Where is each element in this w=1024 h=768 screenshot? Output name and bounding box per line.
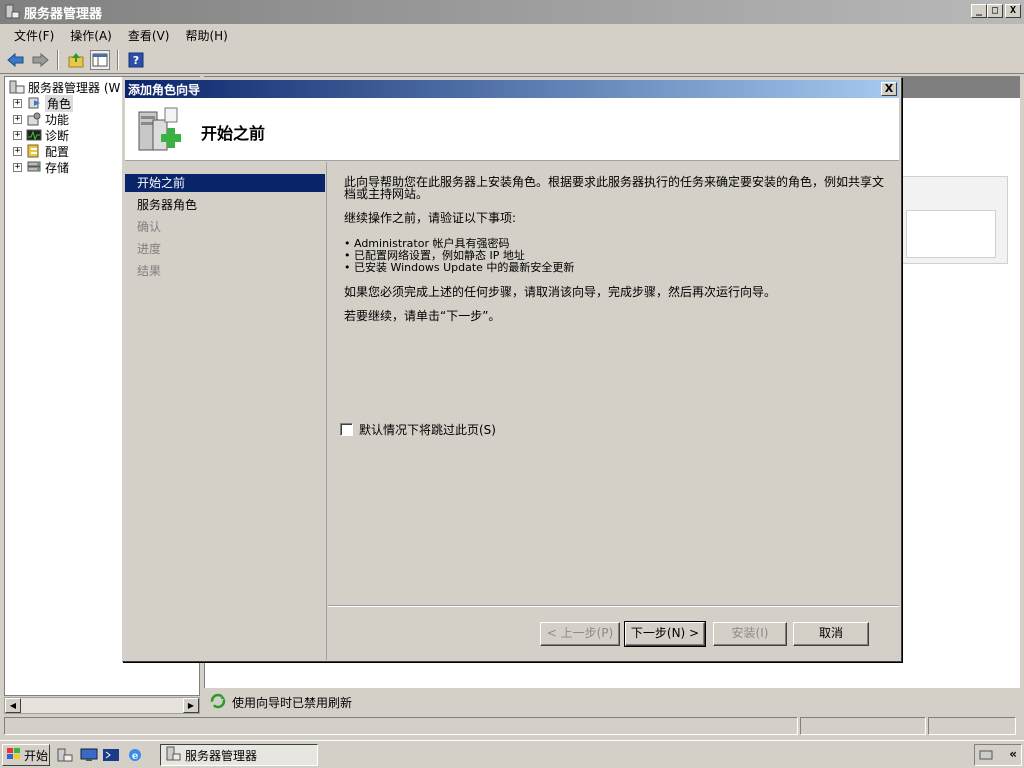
wizard-steps-nav: 开始之前 服务器角色 确认 进度 结果 bbox=[125, 162, 327, 660]
svg-text:?: ? bbox=[133, 54, 139, 67]
roles-icon bbox=[26, 96, 42, 110]
network-icon[interactable] bbox=[979, 748, 995, 765]
previous-button[interactable]: < 上一步(P) bbox=[540, 622, 620, 646]
tree-item-label: 角色 bbox=[45, 94, 74, 112]
skip-page-checkbox-row[interactable]: 默认情况下将跳过此页(S) bbox=[340, 421, 496, 438]
skip-page-checkbox[interactable] bbox=[340, 423, 353, 436]
tree-item-label: 存储 bbox=[45, 160, 70, 175]
quicklaunch-desktop-icon[interactable] bbox=[80, 747, 98, 763]
expand-icon[interactable]: + bbox=[13, 146, 22, 156]
quicklaunch-ie-icon[interactable]: e bbox=[126, 747, 144, 763]
up-folder-icon[interactable] bbox=[66, 50, 86, 70]
refresh-disabled-icon bbox=[210, 693, 226, 712]
menu-action[interactable]: 操作(A) bbox=[62, 25, 120, 46]
menubar: 文件(F) 操作(A) 查看(V) 帮助(H) bbox=[0, 24, 1024, 46]
cancel-note: 如果您必须完成上述的任何步骤，请取消该向导，完成步骤，然后再次运行向导。 bbox=[344, 285, 777, 299]
dialog-title: 添加角色向导 bbox=[128, 82, 201, 97]
diagnostics-icon bbox=[26, 128, 42, 142]
taskbar-task-server-manager[interactable]: 服务器管理器 bbox=[160, 744, 318, 766]
statusbar bbox=[4, 717, 1020, 737]
status-cell bbox=[4, 717, 798, 735]
refresh-status-text: 使用向导时已禁用刷新 bbox=[232, 695, 353, 710]
continue-note: 若要继续，请单击“下一步”。 bbox=[344, 309, 501, 323]
expand-icon[interactable]: + bbox=[13, 130, 22, 140]
tree-horizontal-scrollbar[interactable]: ◀ ▶ bbox=[4, 697, 200, 714]
tree-item-features[interactable]: + 功能 bbox=[13, 111, 69, 127]
expand-icon[interactable]: + bbox=[13, 114, 22, 124]
close-button[interactable]: X bbox=[1005, 4, 1021, 18]
server-manager-icon bbox=[165, 746, 181, 765]
buttons-divider bbox=[328, 605, 899, 607]
server-manager-icon bbox=[4, 4, 20, 20]
skip-page-label[interactable]: 默认情况下将跳过此页(S) bbox=[359, 421, 496, 438]
start-button[interactable]: 开始 bbox=[2, 744, 50, 766]
menu-view[interactable]: 查看(V) bbox=[120, 25, 178, 46]
quicklaunch-server-manager-icon[interactable] bbox=[56, 747, 74, 763]
tree-item-storage[interactable]: + 存储 bbox=[13, 159, 69, 175]
dialog-close-button[interactable]: X bbox=[881, 82, 897, 96]
wizard-step-server-roles[interactable]: 服务器角色 bbox=[125, 196, 325, 214]
back-arrow-icon[interactable] bbox=[6, 50, 26, 70]
add-roles-wizard-dialog: 添加角色向导 X 开始之前 开始之前 服务器角色 确认 进度 结果 此向导帮助您… bbox=[122, 77, 902, 662]
toolbar-separator bbox=[57, 49, 59, 70]
task-label: 服务器管理器 bbox=[185, 748, 258, 763]
system-tray: « bbox=[974, 744, 1022, 766]
main-window-title: 服务器管理器 bbox=[24, 6, 103, 22]
verify-heading: 继续操作之前，请验证以下事项: bbox=[344, 211, 517, 225]
wizard-step-progress: 进度 bbox=[137, 242, 162, 256]
tray-expand-icon[interactable]: « bbox=[1009, 747, 1017, 761]
scroll-left-arrow-icon[interactable]: ◀ bbox=[5, 698, 21, 713]
details-summary-inner bbox=[906, 210, 996, 258]
install-button[interactable]: 安装(I) bbox=[713, 622, 787, 646]
menu-help[interactable]: 帮助(H) bbox=[177, 25, 235, 46]
prerequisite-item: • 已安装 Windows Update 中的最新安全更新 bbox=[344, 261, 575, 274]
forward-arrow-icon[interactable] bbox=[30, 50, 50, 70]
maximize-button[interactable]: □ bbox=[987, 4, 1003, 18]
expand-icon[interactable]: + bbox=[13, 98, 22, 108]
taskbar: 开始 e 服务器管理器 « bbox=[0, 740, 1024, 768]
svg-text:e: e bbox=[132, 751, 138, 762]
refresh-status: 使用向导时已禁用刷新 bbox=[204, 690, 1020, 714]
tree-item-label: 配置 bbox=[45, 144, 70, 159]
scroll-right-arrow-icon[interactable]: ▶ bbox=[183, 698, 199, 713]
toolbar: ? bbox=[0, 46, 1024, 74]
tree-item-diagnostics[interactable]: + 诊断 bbox=[13, 127, 69, 143]
expand-icon[interactable]: + bbox=[13, 162, 22, 172]
wizard-step-before-you-begin[interactable]: 开始之前 bbox=[125, 174, 325, 192]
tree-root-label: 服务器管理器 (W bbox=[28, 80, 121, 95]
storage-icon bbox=[26, 160, 42, 174]
tree-item-label: 诊断 bbox=[45, 128, 70, 143]
help-icon[interactable]: ? bbox=[126, 50, 146, 70]
server-manager-icon bbox=[9, 80, 25, 94]
dialog-header: 开始之前 bbox=[125, 98, 899, 161]
wizard-content: 此向导帮助您在此服务器上安装角色。根据要求此服务器执行的任务来确定要安装的角色，… bbox=[328, 162, 899, 603]
toolbar-separator bbox=[117, 49, 119, 70]
next-button[interactable]: 下一步(N) > bbox=[624, 621, 706, 647]
main-titlebar: 服务器管理器 _ □ X bbox=[0, 0, 1024, 24]
tree-root[interactable]: 服务器管理器 (W bbox=[9, 79, 120, 95]
wizard-page-title: 开始之前 bbox=[201, 124, 266, 143]
wizard-step-results: 结果 bbox=[137, 264, 162, 278]
menu-file[interactable]: 文件(F) bbox=[6, 25, 62, 46]
tree-item-configuration[interactable]: + 配置 bbox=[13, 143, 69, 159]
tree-item-label: 功能 bbox=[45, 112, 70, 127]
cancel-button[interactable]: 取消 bbox=[793, 622, 869, 646]
configuration-icon bbox=[26, 144, 42, 158]
status-cell bbox=[800, 717, 926, 735]
add-role-server-icon bbox=[135, 106, 185, 156]
windows-logo-icon bbox=[6, 747, 22, 764]
dialog-titlebar: 添加角色向导 X bbox=[125, 80, 899, 98]
minimize-button[interactable]: _ bbox=[971, 4, 987, 18]
wizard-step-confirmation: 确认 bbox=[137, 220, 162, 234]
features-icon bbox=[26, 112, 42, 126]
start-label: 开始 bbox=[24, 748, 49, 763]
tree-item-roles[interactable]: + 角色 bbox=[13, 94, 74, 112]
intro-text: 此向导帮助您在此服务器上安装角色。根据要求此服务器执行的任务来确定要安装的角色，… bbox=[344, 175, 885, 201]
show-hide-tree-icon[interactable] bbox=[90, 49, 110, 70]
status-cell bbox=[928, 717, 1016, 735]
quicklaunch-powershell-icon[interactable] bbox=[102, 747, 120, 763]
